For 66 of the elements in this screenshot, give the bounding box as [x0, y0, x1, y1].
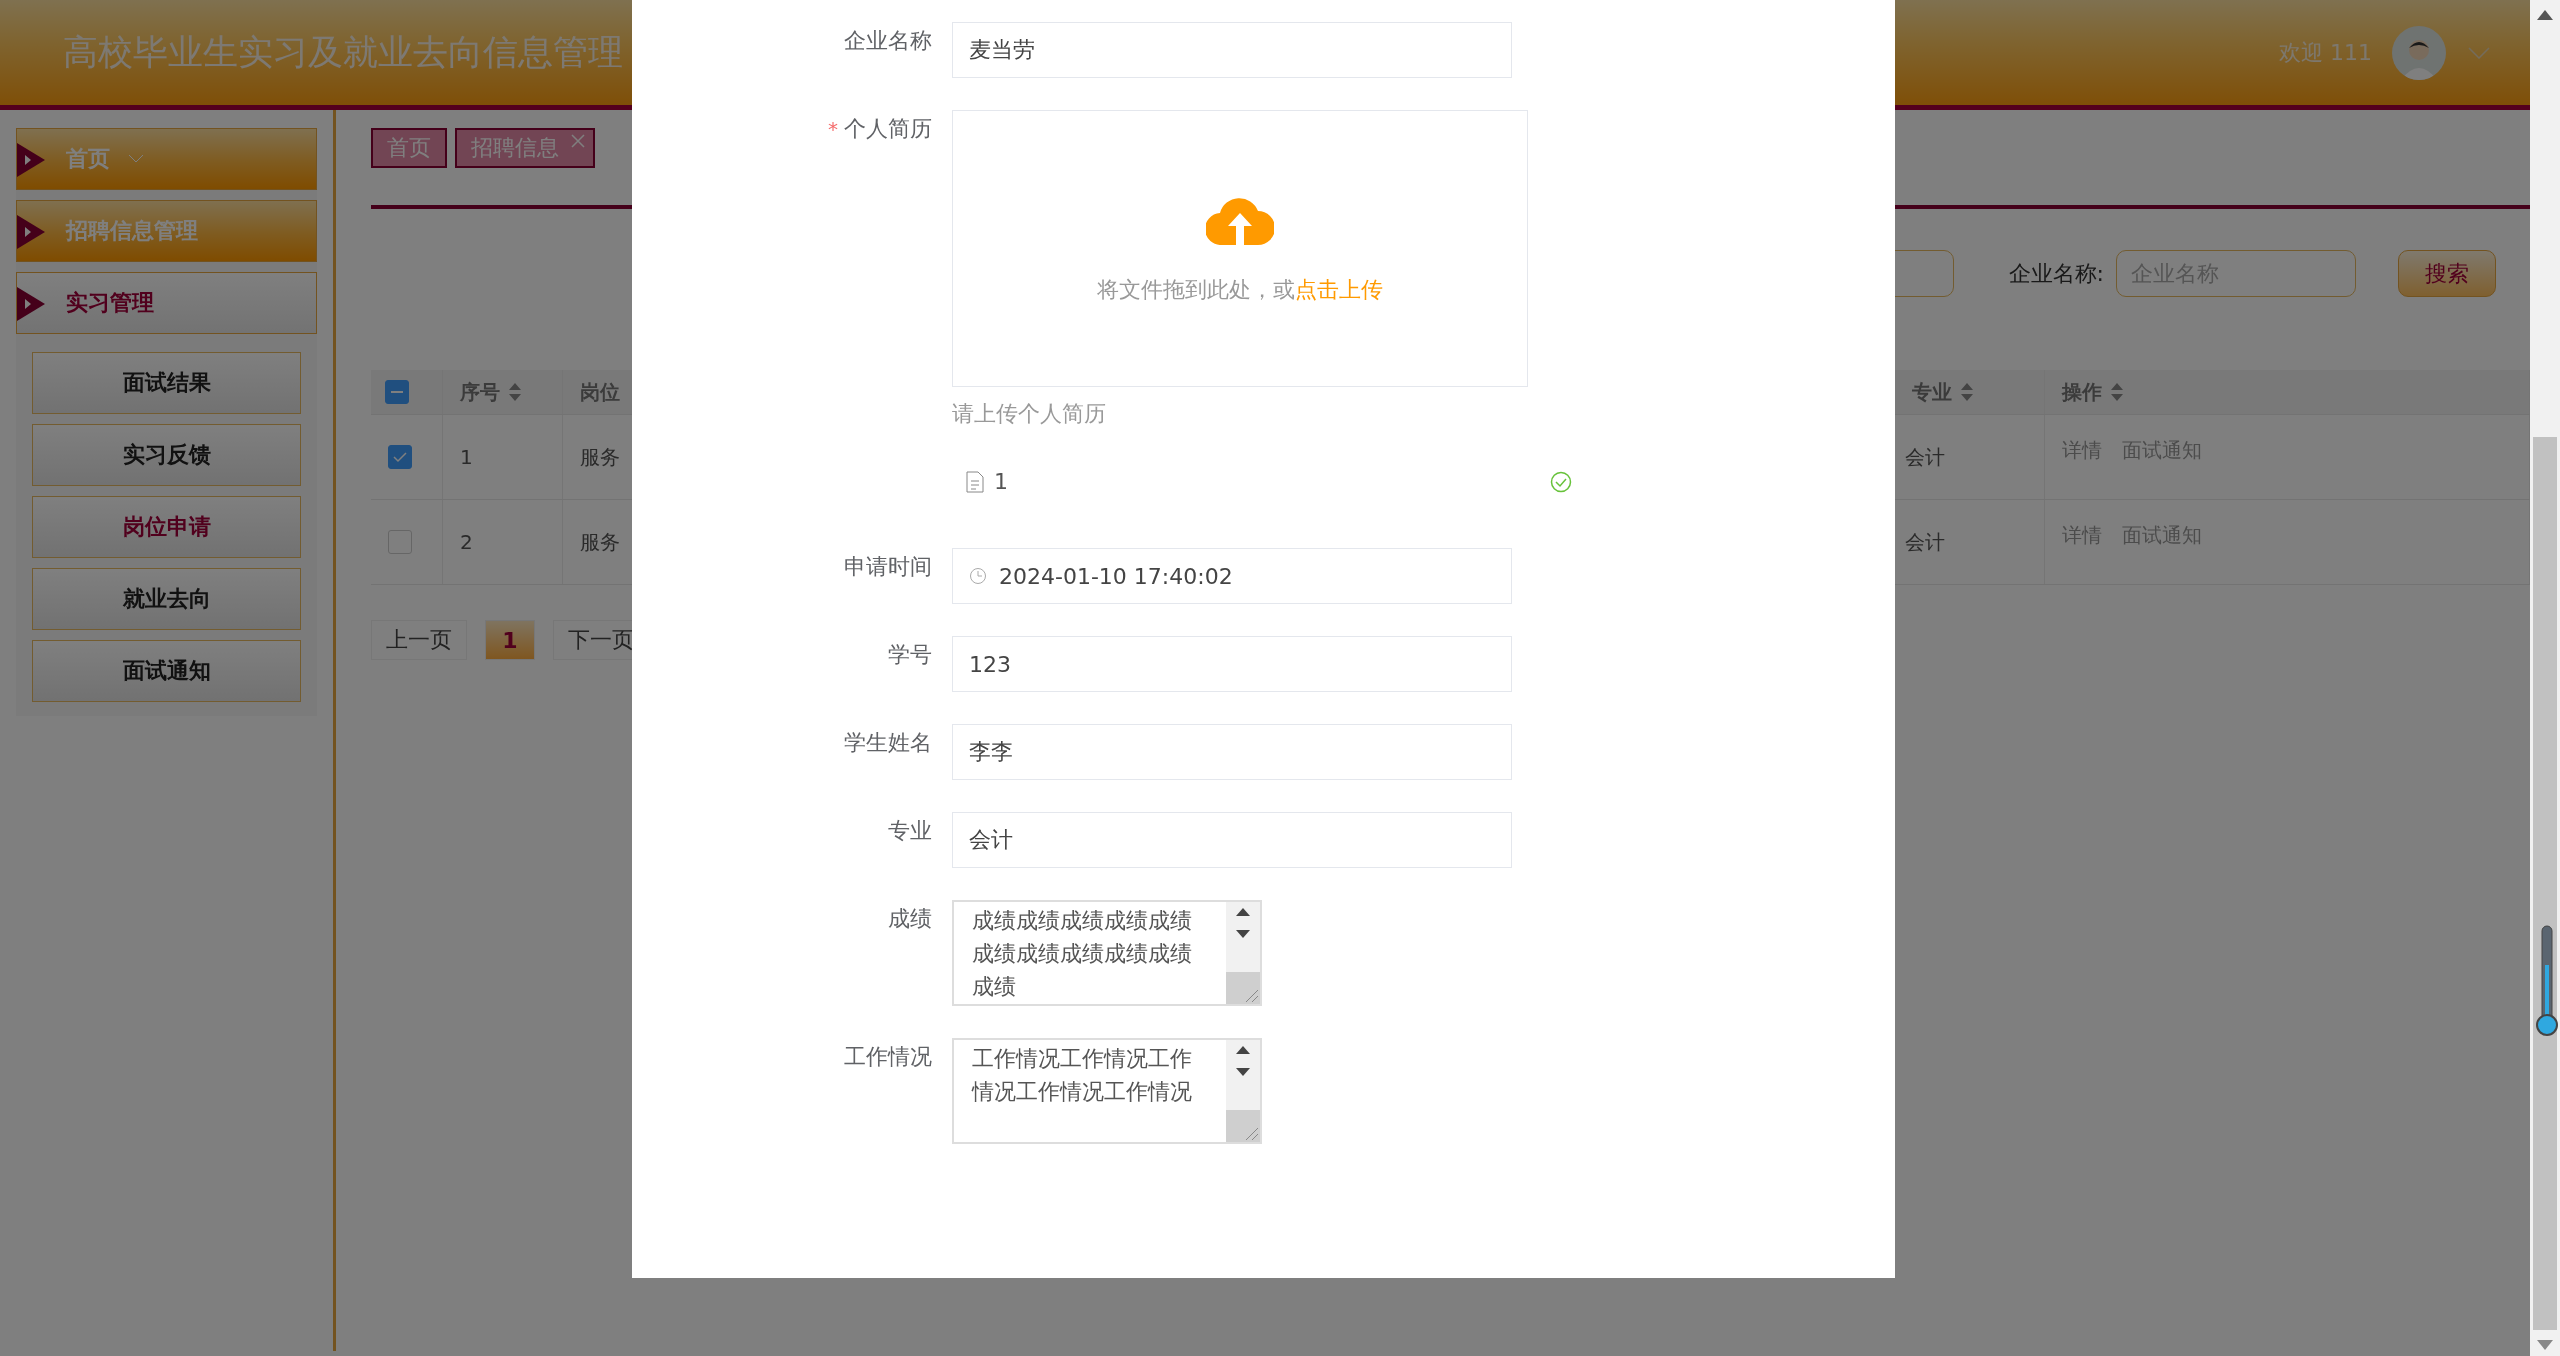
- textarea-scrollbar[interactable]: [1226, 902, 1260, 1004]
- table-cell: 2: [460, 530, 473, 554]
- chevron-down-icon: [128, 154, 144, 164]
- text-field[interactable]: 麦当劳: [952, 22, 1512, 78]
- table-cell: 服务: [580, 443, 620, 471]
- field-label: 学生姓名: [843, 729, 933, 757]
- table-cell: 会计: [1905, 443, 1945, 471]
- field-label: 学号: [887, 641, 933, 669]
- upload-link[interactable]: 点击上传: [1295, 276, 1383, 302]
- sidebar-subitem[interactable]: 就业去向: [32, 568, 301, 630]
- upload-dropzone[interactable]: 将文件拖到此处，或点击上传: [952, 110, 1528, 387]
- text-field[interactable]: 会计: [952, 812, 1512, 868]
- scroll-down-icon[interactable]: [2537, 1340, 2553, 1350]
- welcome-text: 欢迎 111: [2279, 38, 2372, 67]
- scroll-up-icon[interactable]: [2537, 10, 2553, 20]
- sidebar-subitem[interactable]: 面试通知: [32, 640, 301, 702]
- sidebar-subitem[interactable]: 岗位申请: [32, 496, 301, 558]
- upload-hint: 将文件拖到此处，或点击上传: [1097, 275, 1383, 304]
- document-icon: [966, 470, 984, 493]
- upload-tip: 请上传个人简历: [952, 400, 1107, 428]
- table-cell: 服务: [580, 528, 620, 556]
- page-button[interactable]: 1: [485, 620, 535, 660]
- clock-icon: [969, 567, 987, 585]
- app-title: 高校毕业生实习及就业去向信息管理: [63, 31, 623, 74]
- sidebar-item[interactable]: 实习管理: [16, 272, 317, 334]
- thermometer-icon: [2536, 925, 2558, 1037]
- field-label: 专业: [887, 817, 933, 845]
- triangle-icon: [17, 215, 45, 249]
- sidebar-subitem[interactable]: 实习反馈: [32, 424, 301, 486]
- close-icon[interactable]: [571, 134, 585, 148]
- column-header: 岗位: [579, 378, 620, 406]
- sidebar-subitem[interactable]: 面试结果: [32, 352, 301, 414]
- checkmark-icon: [393, 451, 407, 463]
- triangle-icon: [17, 287, 45, 321]
- table-cell: 1: [460, 445, 473, 469]
- column-header: 操作: [2060, 378, 2102, 406]
- select-all-checkbox[interactable]: [385, 380, 409, 404]
- field-label: 企业名称: [843, 27, 933, 55]
- column-header: 专业: [1911, 378, 1952, 406]
- row-checkbox[interactable]: [388, 530, 412, 554]
- row-checkbox[interactable]: [388, 445, 412, 469]
- scrollbar[interactable]: [2530, 0, 2560, 1356]
- triangle-icon: [17, 143, 45, 177]
- avatar[interactable]: [2392, 25, 2446, 80]
- text-field[interactable]: 李李: [952, 724, 1512, 780]
- search-label: 企业名称:: [2008, 259, 2104, 288]
- text-field[interactable]: 123: [952, 636, 1512, 692]
- column-header: 序号: [459, 378, 500, 406]
- field-label: 成绩: [887, 905, 933, 933]
- sort-icon[interactable]: [2110, 382, 2124, 402]
- textarea-field[interactable]: 工作情况工作情况工作情况工作情况工作情况: [952, 1038, 1262, 1144]
- scrollbar-thumb[interactable]: [2533, 437, 2557, 1330]
- sort-icon[interactable]: [508, 382, 522, 402]
- field-label: * 个人简历: [827, 115, 933, 143]
- prev-page-button[interactable]: 上一页: [371, 620, 467, 660]
- minus-icon: [391, 390, 403, 394]
- field-label: 申请时间: [843, 553, 933, 581]
- textarea-scrollbar[interactable]: [1226, 1040, 1260, 1142]
- textarea-field[interactable]: 成绩成绩成绩成绩成绩成绩成绩成绩成绩成绩成绩: [952, 900, 1262, 1006]
- search-button[interactable]: 搜索: [2398, 250, 2496, 297]
- file-name[interactable]: 1: [994, 469, 1540, 494]
- date-value: 2024-01-10 17:40:02: [999, 563, 1233, 589]
- table-cell: 会计: [1905, 528, 1945, 556]
- date-field[interactable]: 2024-01-10 17:40:02: [952, 548, 1512, 604]
- field-label: 工作情况: [843, 1043, 933, 1071]
- sort-icon[interactable]: [1960, 382, 1974, 402]
